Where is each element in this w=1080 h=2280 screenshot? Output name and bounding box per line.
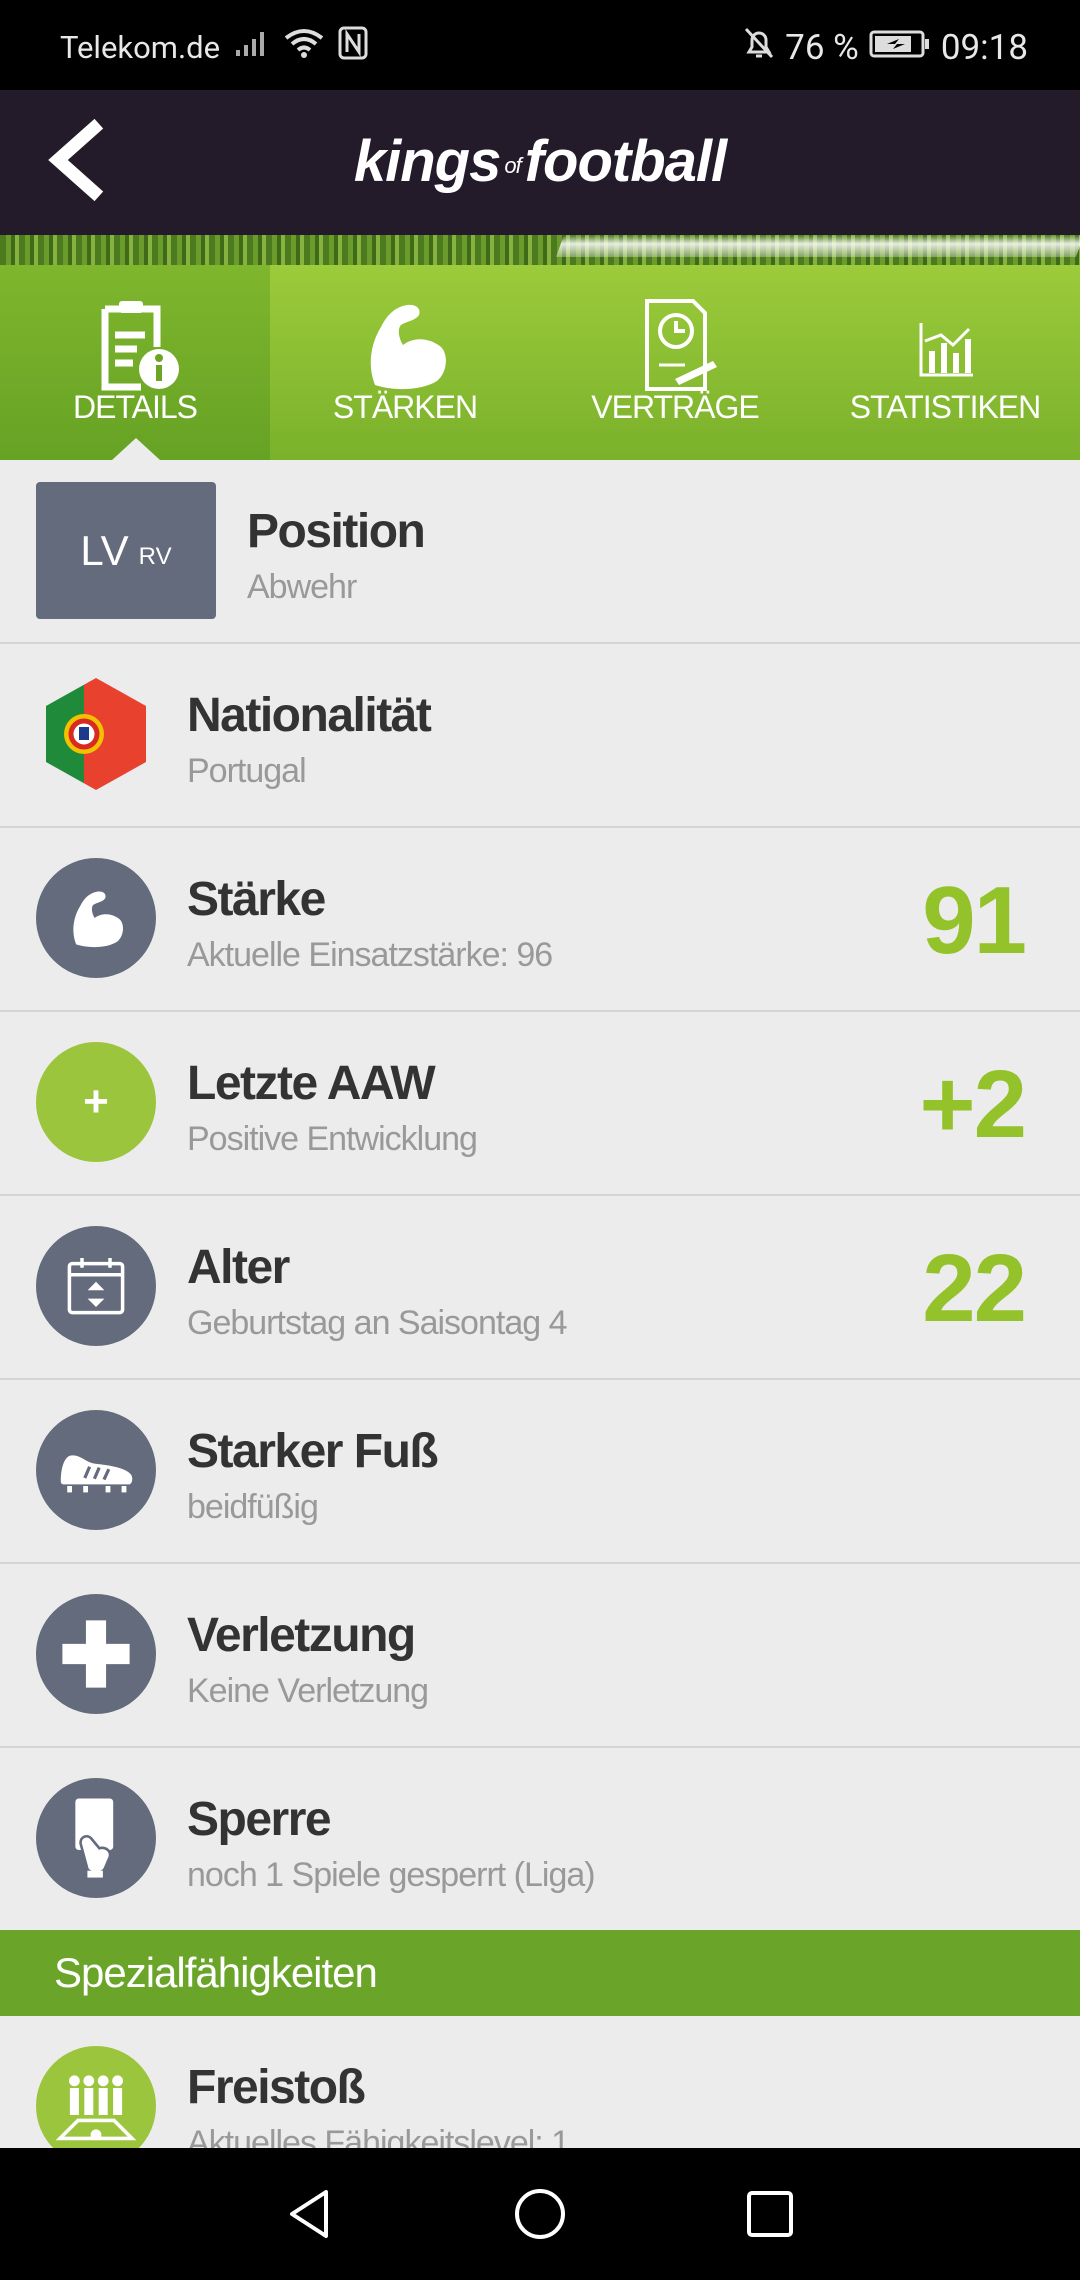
item-title: Verletzung xyxy=(187,1609,416,1662)
bar-chart-icon xyxy=(919,323,973,377)
item-subtitle: Positive Entwicklung xyxy=(187,1120,478,1158)
clock: 09:18 xyxy=(940,27,1028,68)
app-logo: kings offootball xyxy=(0,128,1080,195)
list-item-ban: Sperre noch 1 Spiele gesperrt (Liga) xyxy=(0,1748,1080,1932)
position-main-label: LV xyxy=(80,526,129,574)
free-kick-circle xyxy=(36,2046,156,2148)
medical-cross-icon xyxy=(62,1620,130,1688)
section-header-special-abilities: Spezialfähigkeiten xyxy=(0,1930,1080,2016)
position-alt-label: RV xyxy=(138,542,172,570)
tab-label: VERTRÄGE xyxy=(591,389,759,425)
logo-text-of: of xyxy=(504,152,521,178)
position-badge: LV RV xyxy=(36,482,216,619)
status-bar: Telekom.de 76 % 09:18 xyxy=(0,0,1080,90)
list-item-nationality: Nationalität Portugal xyxy=(0,644,1080,828)
strength-circle xyxy=(36,858,156,978)
carrier-label: Telekom.de xyxy=(60,28,221,66)
mute-bell-icon xyxy=(743,26,775,69)
player-details-list: LV RV Position Abwehr Nationalität Portu… xyxy=(0,460,1080,1932)
calendar-icon xyxy=(67,1258,125,1315)
ban-circle xyxy=(36,1778,156,1898)
strength-value: 91 xyxy=(922,867,1027,974)
item-title: Starker Fuß xyxy=(187,1425,439,1478)
nav-home-button[interactable] xyxy=(510,2184,570,2244)
item-subtitle: Aktuelle Einsatzstärke: 96 xyxy=(187,936,553,974)
tab-statistiken[interactable]: STATISTIKEN xyxy=(810,265,1080,460)
triangle-back-icon xyxy=(290,2190,328,2238)
tab-staerken[interactable]: STÄRKEN xyxy=(270,265,540,460)
item-title: Letzte AAW xyxy=(187,1057,436,1110)
list-item-injury: Verletzung Keine Verletzung xyxy=(0,1564,1080,1748)
contract-icon xyxy=(645,299,717,391)
injury-circle xyxy=(36,1594,156,1714)
list-item-age: Alter Geburtstag an Saisontag 4 22 xyxy=(0,1196,1080,1380)
tab-label: DETAILS xyxy=(73,389,198,425)
football-boot-icon xyxy=(60,1455,133,1493)
pitch-line xyxy=(555,235,1080,257)
item-subtitle: Keine Verletzung xyxy=(187,1672,429,1710)
wifi-icon xyxy=(284,28,324,66)
nav-back-button[interactable] xyxy=(280,2184,340,2244)
logo-text-kings: kings xyxy=(353,129,501,194)
battery-percent: 76 % xyxy=(785,27,859,68)
tab-bar: DETAILS STÄRKEN VERTRÄGE STATISTIKEN xyxy=(0,265,1080,460)
square-recents-icon xyxy=(747,2191,793,2237)
nav-recents-button[interactable] xyxy=(740,2184,800,2244)
item-title: Alter xyxy=(187,1241,290,1294)
referee-card-icon xyxy=(75,1798,114,1878)
logo-text-football: football xyxy=(524,129,727,194)
battery-icon xyxy=(869,27,931,68)
circle-home-icon xyxy=(515,2189,565,2239)
tab-details[interactable]: DETAILS xyxy=(0,265,270,460)
plus-icon: + xyxy=(83,1077,109,1126)
tab-label: STÄRKEN xyxy=(332,389,478,425)
item-subtitle: noch 1 Spiele gesperrt (Liga) xyxy=(187,1856,596,1894)
item-title: Position xyxy=(247,505,426,558)
item-title: Nationalität xyxy=(187,689,432,742)
flexed-arm-icon xyxy=(370,304,446,390)
system-navigation-bar xyxy=(0,2148,1080,2280)
free-kick-wall-icon xyxy=(55,2075,137,2141)
tab-label: STATISTIKEN xyxy=(849,389,1042,425)
list-item-free-kick[interactable]: Freistoß Aktuelles Fähigkeitslevel: 1 xyxy=(0,2016,1080,2148)
item-title: Stärke xyxy=(187,873,326,926)
flexed-arm-icon xyxy=(73,891,124,948)
item-subtitle: Abwehr xyxy=(247,568,357,606)
portugal-flag-icon xyxy=(36,674,156,794)
plus-badge: + xyxy=(36,1042,156,1162)
item-subtitle: beidfüßig xyxy=(187,1488,319,1526)
foot-circle xyxy=(36,1410,156,1530)
item-title: Freistoß xyxy=(187,2061,366,2114)
document-info-icon xyxy=(101,301,179,391)
aaw-value: +2 xyxy=(919,1051,1027,1158)
list-item-strength: Stärke Aktuelle Einsatzstärke: 96 91 xyxy=(0,828,1080,1012)
app-header: kings offootball xyxy=(0,90,1080,235)
item-subtitle: Aktuelles Fähigkeitslevel: 1 xyxy=(187,2124,570,2148)
nfc-icon xyxy=(338,26,368,68)
tab-vertraege[interactable]: VERTRÄGE xyxy=(540,265,810,460)
list-item-position: LV RV Position Abwehr xyxy=(0,460,1080,644)
item-title: Sperre xyxy=(187,1793,332,1846)
signal-icon xyxy=(234,28,270,66)
item-subtitle: Geburtstag an Saisontag 4 xyxy=(187,1304,567,1342)
age-value: 22 xyxy=(922,1235,1027,1342)
list-item-last-aaw: + Letzte AAW Positive Entwicklung +2 xyxy=(0,1012,1080,1196)
item-subtitle: Portugal xyxy=(187,752,307,790)
age-circle xyxy=(36,1226,156,1346)
list-item-strong-foot: Starker Fuß beidfüßig xyxy=(0,1380,1080,1564)
